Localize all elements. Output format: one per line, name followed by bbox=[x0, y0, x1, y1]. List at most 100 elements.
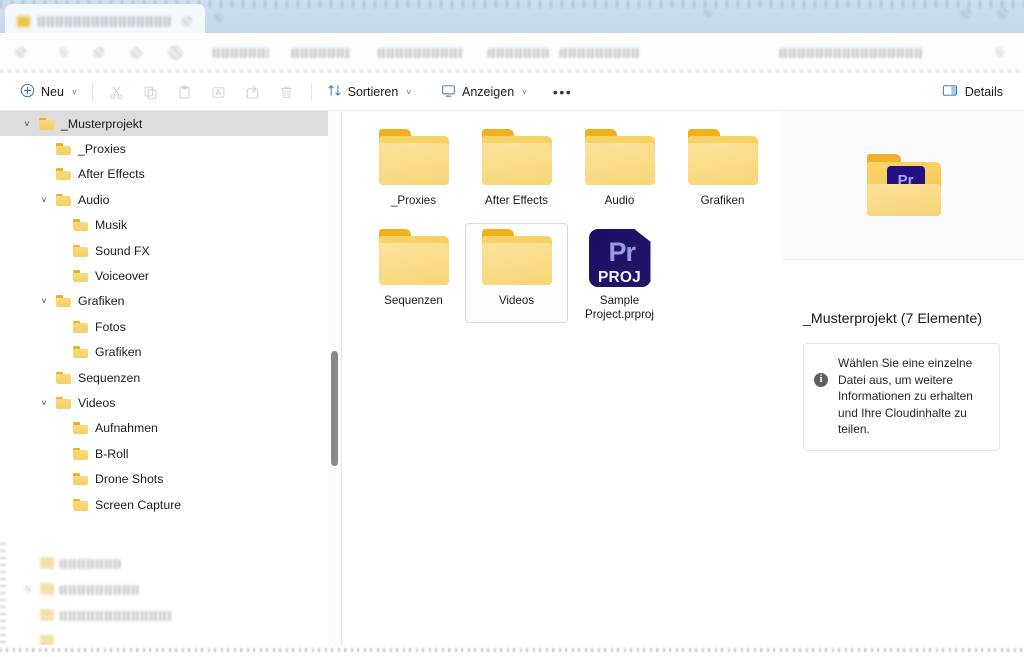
prproj-pr-label: Pr bbox=[608, 237, 637, 267]
twisty-placeholder bbox=[55, 245, 67, 257]
file-tile[interactable]: Pr PROJ Sample Project.prproj bbox=[568, 223, 671, 323]
plus-circle-icon bbox=[20, 83, 35, 101]
twisty-placeholder bbox=[55, 473, 67, 485]
nav-item-label: Fotos bbox=[95, 319, 126, 334]
details-pane-toggle[interactable]: Details bbox=[933, 78, 1012, 106]
new-button[interactable]: Neu ˅ bbox=[12, 78, 85, 106]
breadcrumb-segment-2-redacted[interactable] bbox=[292, 48, 350, 58]
breadcrumb-segment-3-redacted[interactable] bbox=[378, 48, 464, 58]
nav-item-label: Sequenzen bbox=[78, 370, 141, 385]
navigation-scrollbar[interactable] bbox=[328, 111, 341, 657]
nav-item-audio[interactable]: ˅ Audio bbox=[0, 187, 341, 212]
breadcrumb-segment-1-redacted[interactable] bbox=[213, 48, 269, 58]
sort-button[interactable]: Sortieren ˅ bbox=[319, 78, 419, 106]
window-close-icon-redacted[interactable] bbox=[997, 8, 1008, 19]
prproj-proj-label: PROJ bbox=[597, 269, 641, 286]
chevron-down-icon[interactable]: ˅ bbox=[38, 295, 50, 307]
nav-up-icon-redacted[interactable] bbox=[93, 47, 104, 58]
rename-icon[interactable] bbox=[202, 78, 236, 106]
tab-folder-icon bbox=[17, 16, 30, 27]
window-minimize-icon-redacted[interactable] bbox=[703, 8, 713, 18]
details-info-text: Wählen Sie eine einzelne Datei aus, um w… bbox=[838, 356, 973, 436]
copy-icon[interactable] bbox=[134, 78, 168, 106]
search-box-redacted[interactable] bbox=[780, 48, 924, 58]
nav-item-b-roll[interactable]: B-Roll bbox=[0, 441, 341, 466]
cut-icon[interactable] bbox=[100, 78, 134, 106]
nav-item-label: _Musterprojekt bbox=[61, 116, 143, 131]
nav-item-proxies[interactable]: _Proxies bbox=[0, 136, 341, 161]
nav-item-fotos[interactable]: Fotos bbox=[0, 314, 341, 339]
tab-close-icon-redacted[interactable] bbox=[181, 16, 192, 27]
folder-icon bbox=[73, 320, 88, 333]
folder-icon bbox=[378, 229, 449, 285]
view-button[interactable]: Anzeigen ˅ bbox=[433, 78, 535, 106]
nav-forward-icon-redacted[interactable] bbox=[59, 47, 69, 57]
file-list-view[interactable]: _Proxies After Effects Audio Grafiken Sequen… bbox=[342, 111, 782, 657]
title-bar bbox=[0, 0, 1024, 33]
nav-item-label: Audio bbox=[78, 192, 110, 207]
folder-icon bbox=[73, 473, 88, 486]
nav-item-grafiken[interactable]: ˅ Grafiken bbox=[0, 289, 341, 314]
folder-icon bbox=[481, 229, 552, 285]
share-icon[interactable] bbox=[236, 78, 270, 106]
breadcrumb-root-icon-redacted[interactable] bbox=[168, 45, 183, 60]
nav-item-aufnahmen[interactable]: Aufnahmen bbox=[0, 416, 341, 441]
chevron-down-icon[interactable]: ˅ bbox=[38, 194, 50, 206]
folder-icon bbox=[56, 193, 71, 206]
folder-tile[interactable]: Grafiken bbox=[671, 123, 774, 223]
navigation-pane[interactable]: ˅ _Musterprojekt _Proxies After Effects ˅ Aud… bbox=[0, 111, 341, 657]
nav-folder-icon-redacted-2 bbox=[40, 583, 54, 595]
details-info-box: i Wählen Sie eine einzelne Datei aus, um… bbox=[803, 343, 1000, 451]
nav-twisty-redacted-2[interactable] bbox=[24, 585, 32, 593]
tile-label: Sequenzen bbox=[384, 294, 443, 307]
nav-item-screen-capture[interactable]: Screen Capture bbox=[0, 492, 341, 517]
window-maximize-icon-redacted[interactable] bbox=[960, 8, 971, 19]
twisty-placeholder bbox=[55, 422, 67, 434]
nav-item-redacted-1[interactable] bbox=[60, 559, 120, 569]
nav-refresh-icon-redacted[interactable] bbox=[130, 47, 142, 59]
twisty-placeholder bbox=[38, 372, 50, 384]
nav-item-label: Voiceover bbox=[95, 269, 150, 284]
nav-item-redacted-3[interactable] bbox=[60, 611, 172, 621]
folder-icon bbox=[39, 117, 54, 130]
nav-item-sound-fx[interactable]: Sound FX bbox=[0, 238, 341, 263]
paste-icon[interactable] bbox=[168, 78, 202, 106]
nav-back-icon-redacted[interactable] bbox=[15, 47, 26, 58]
new-tab-icon-redacted[interactable] bbox=[214, 13, 224, 23]
nav-item-label: Aufnahmen bbox=[95, 421, 158, 436]
folder-front bbox=[481, 143, 552, 185]
delete-icon[interactable] bbox=[270, 78, 304, 106]
folder-tile[interactable]: After Effects bbox=[465, 123, 568, 223]
nav-item-videos[interactable]: ˅ Videos bbox=[0, 390, 341, 415]
navigation-scrollbar-thumb[interactable] bbox=[331, 351, 338, 466]
twisty-placeholder bbox=[38, 168, 50, 180]
folder-icon bbox=[481, 129, 552, 185]
folder-tile[interactable]: Sequenzen bbox=[362, 223, 465, 323]
folder-icon bbox=[73, 422, 88, 435]
chevron-down-icon[interactable]: ˅ bbox=[21, 118, 33, 130]
folder-front bbox=[481, 243, 552, 285]
overflow-menu-button[interactable]: ••• bbox=[547, 84, 579, 100]
breadcrumb-segment-5-redacted[interactable] bbox=[560, 48, 640, 58]
search-icon-redacted[interactable] bbox=[995, 47, 1005, 57]
nav-item-musterprojekt[interactable]: ˅ _Musterprojekt bbox=[0, 111, 341, 137]
folder-front bbox=[378, 143, 449, 185]
twisty-placeholder bbox=[55, 499, 67, 511]
folder-tile[interactable]: Videos bbox=[465, 223, 568, 323]
chevron-down-icon[interactable]: ˅ bbox=[38, 397, 50, 409]
nav-item-sequenzen[interactable]: Sequenzen bbox=[0, 365, 341, 390]
nav-item-drone-shots[interactable]: Drone Shots bbox=[0, 466, 341, 491]
folder-tile[interactable]: Audio bbox=[568, 123, 671, 223]
new-button-label: Neu bbox=[41, 85, 64, 99]
nav-item-grafiken[interactable]: Grafiken bbox=[0, 340, 341, 365]
nav-item-voiceover[interactable]: Voiceover bbox=[0, 263, 341, 288]
nav-item-redacted-2[interactable] bbox=[60, 585, 138, 595]
nav-item-after-effects[interactable]: After Effects bbox=[0, 162, 341, 187]
nav-item-label: Musik bbox=[95, 218, 128, 233]
folder-tile[interactable]: _Proxies bbox=[362, 123, 465, 223]
chevron-down-icon: ˅ bbox=[522, 87, 527, 97]
status-bar-redacted bbox=[0, 645, 1024, 657]
browser-tab-active[interactable] bbox=[5, 4, 205, 33]
breadcrumb-segment-4-redacted[interactable] bbox=[488, 48, 548, 58]
nav-item-musik[interactable]: Musik bbox=[0, 213, 341, 238]
